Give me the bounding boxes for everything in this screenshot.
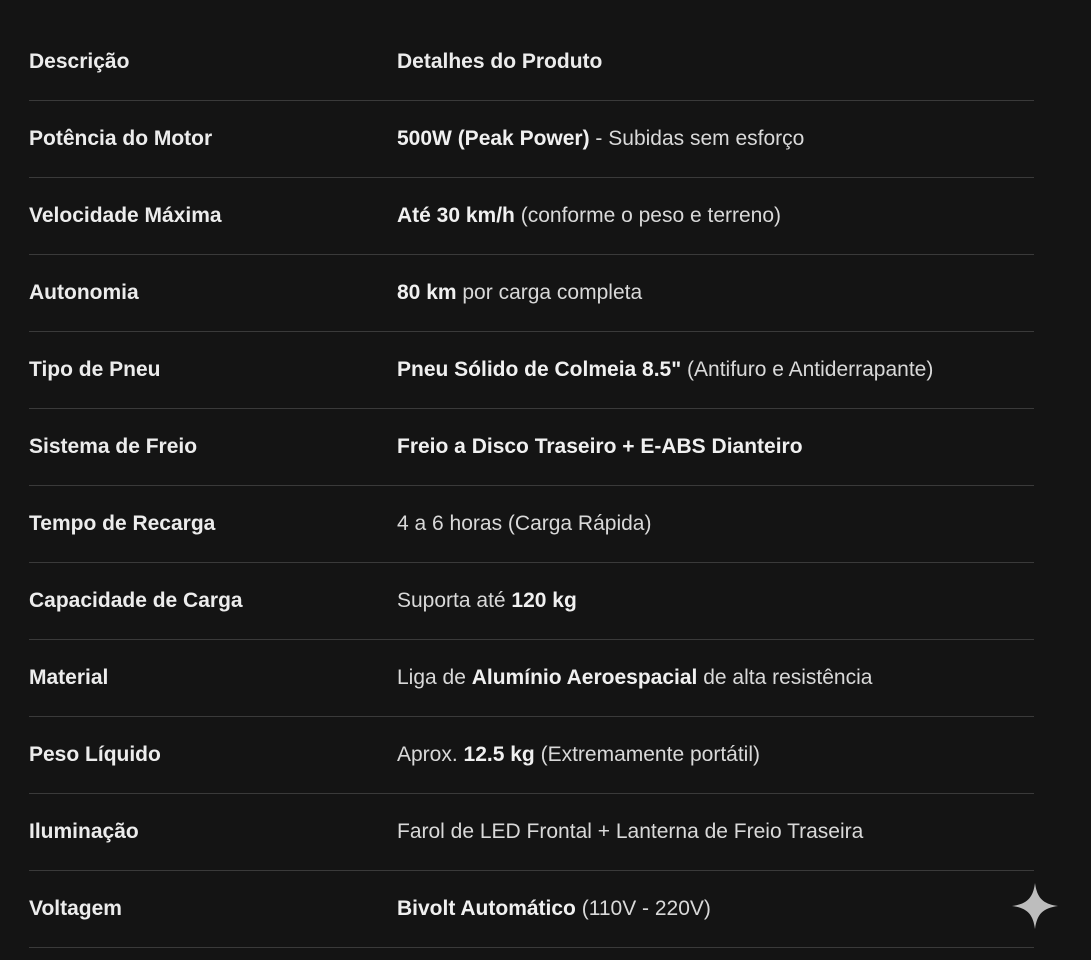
row-value: 500W (Peak Power) - Subidas sem esforço — [397, 100, 1034, 178]
value-text: de alta resistência — [697, 665, 873, 689]
row-value: Liga de Alumínio Aeroespacial de alta re… — [397, 639, 1034, 717]
value-text: (conforme o peso e terreno) — [514, 203, 782, 227]
row-label: Autonomia — [29, 254, 397, 332]
row-value: Freio a Disco Traseiro + E-ABS Dianteiro — [397, 408, 1034, 486]
table-row: Material Liga de Alumínio Aeroespacial de… — [29, 639, 1034, 717]
value-text: Liga de — [397, 665, 472, 689]
table-header-row: Descrição Detalhes do Produto — [29, 23, 1034, 101]
sparkle-icon — [1012, 883, 1058, 929]
row-value: Bivolt Automático (110V - 220V) — [397, 870, 1034, 948]
table-row: Autonomia 80 km por carga completa — [29, 254, 1034, 332]
table-row: Velocidade Máxima Até 30 km/h (conforme o… — [29, 177, 1034, 255]
row-label: Peso Líquido — [29, 716, 397, 794]
value-emphasis: Até 30 km/h — [397, 203, 515, 227]
table-row: Potência do Motor 500W (Peak Power) - Sub… — [29, 100, 1034, 178]
value-emphasis: Alumínio Aeroespacial — [471, 665, 698, 689]
value-emphasis: 500W (Peak Power) — [397, 126, 590, 150]
row-value: 80 km por carga completa — [397, 254, 1034, 332]
value-emphasis: 120 kg — [511, 588, 577, 612]
header-product-details: Detalhes do Produto — [397, 23, 1034, 101]
row-value: Suporta até 120 kg — [397, 562, 1034, 640]
value-emphasis: Bivolt Automático — [397, 896, 576, 920]
table-row: Tempo de Recarga 4 a 6 horas (Carga Rápid… — [29, 485, 1034, 563]
value-text: Farol de LED Frontal + Lanterna de Freio… — [397, 819, 864, 843]
value-emphasis: 12.5 kg — [463, 742, 535, 766]
row-value: Até 30 km/h (conforme o peso e terreno) — [397, 177, 1034, 255]
table-body: Potência do Motor 500W (Peak Power) - Sub… — [29, 100, 1034, 948]
value-text: (110V - 220V) — [575, 896, 711, 920]
row-label: Tipo de Pneu — [29, 331, 397, 409]
row-label: Tempo de Recarga — [29, 485, 397, 563]
value-text: (Extremamente portátil) — [534, 742, 760, 766]
value-text: - Subidas sem esforço — [589, 126, 805, 150]
row-label: Velocidade Máxima — [29, 177, 397, 255]
row-label: Potência do Motor — [29, 100, 397, 178]
row-value: 4 a 6 horas (Carga Rápida) — [397, 485, 1034, 563]
table-row: Tipo de Pneu Pneu Sólido de Colmeia 8.5" … — [29, 331, 1034, 409]
row-label: Material — [29, 639, 397, 717]
table-row: Capacidade de Carga Suporta até 120 kg — [29, 562, 1034, 640]
value-text: Aprox. — [397, 742, 464, 766]
value-emphasis: 80 km — [397, 280, 457, 304]
value-text: 4 a 6 horas (Carga Rápida) — [397, 511, 652, 535]
row-value: Farol de LED Frontal + Lanterna de Freio… — [397, 793, 1034, 871]
table-row: Voltagem Bivolt Automático (110V - 220V) — [29, 870, 1034, 948]
row-label: Iluminação — [29, 793, 397, 871]
row-label: Capacidade de Carga — [29, 562, 397, 640]
row-value: Aprox. 12.5 kg (Extremamente portátil) — [397, 716, 1034, 794]
row-label: Voltagem — [29, 870, 397, 948]
table-row: Sistema de Freio Freio a Disco Traseiro +… — [29, 408, 1034, 486]
row-value: Pneu Sólido de Colmeia 8.5" (Antifuro e … — [397, 331, 1034, 409]
header-description: Descrição — [29, 23, 397, 101]
table-row: Peso Líquido Aprox. 12.5 kg (Extremamente… — [29, 716, 1034, 794]
value-emphasis: Freio a Disco Traseiro + E-ABS Dianteiro — [397, 434, 803, 458]
value-emphasis: Pneu Sólido de Colmeia 8.5" — [397, 357, 682, 381]
value-text: (Antifuro e Antiderrapante) — [681, 357, 934, 381]
table-row: Iluminação Farol de LED Frontal + Lantern… — [29, 793, 1034, 871]
value-text: por carga completa — [456, 280, 643, 304]
value-text: Suporta até — [397, 588, 512, 612]
spec-table: Descrição Detalhes do Produto Potência d… — [29, 23, 1034, 948]
row-label: Sistema de Freio — [29, 408, 397, 486]
